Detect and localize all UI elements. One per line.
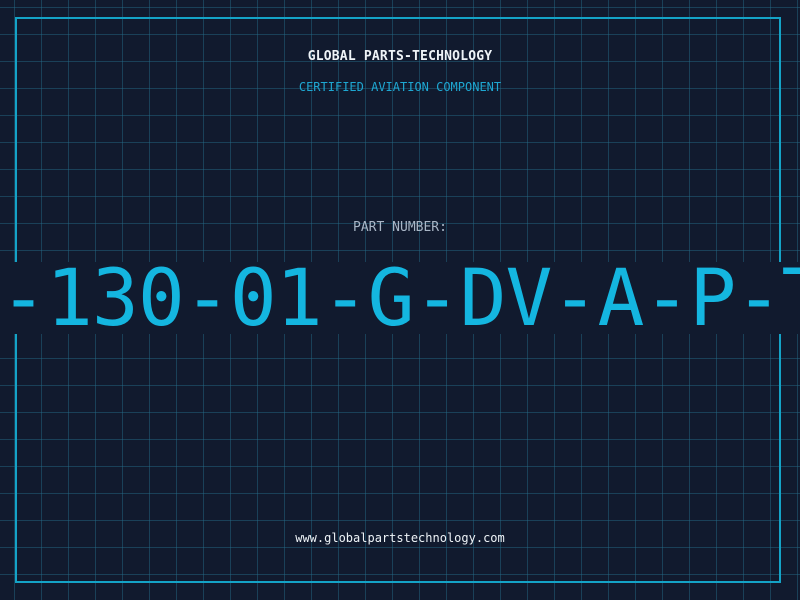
- tagline: CERTIFIED AVIATION COMPONENT: [298, 80, 502, 94]
- label-canvas: GLOBAL PARTS-TECHNOLOGY CERTIFIED AVIATI…: [0, 0, 800, 600]
- company-name: GLOBAL PARTS-TECHNOLOGY: [307, 49, 493, 64]
- part-number-label: PART NUMBER:: [353, 220, 447, 235]
- part-number-value: -130-01-G-DV-A-P-T: [0, 262, 800, 334]
- part-number-band: -130-01-G-DV-A-P-T: [0, 262, 800, 334]
- website-url: www.globalpartstechnology.com: [295, 531, 505, 545]
